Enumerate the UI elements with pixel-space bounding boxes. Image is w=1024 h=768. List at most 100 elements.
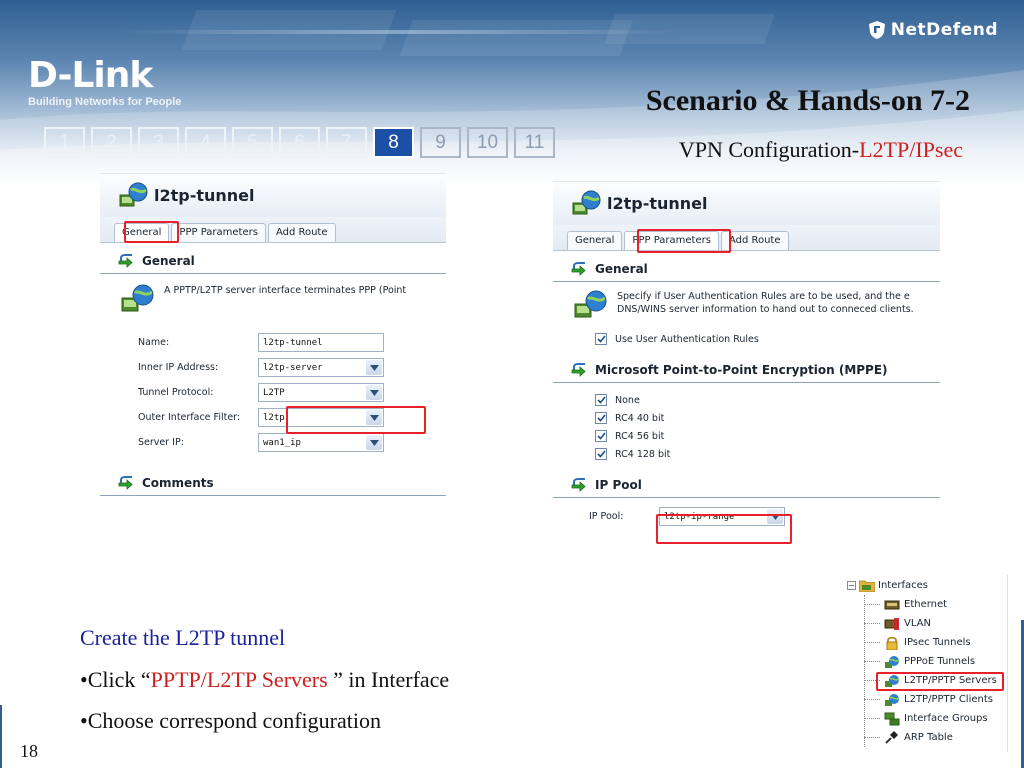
pager-page-9[interactable]: 9: [420, 127, 461, 158]
tree-item-label: PPPoE Tunnels: [904, 656, 976, 667]
mppe-rc4-128-checkbox[interactable]: [595, 448, 607, 460]
tree-item-label: Interface Groups: [904, 713, 988, 724]
mppe-rc4-56-checkbox[interactable]: [595, 430, 607, 442]
instruction-step-2: •Choose correspond configuration: [80, 708, 381, 733]
left-edge-accent: [0, 705, 2, 768]
tab-general[interactable]: General: [567, 231, 623, 250]
pager-page-7[interactable]: 7: [326, 127, 367, 158]
globe-computer-icon: [121, 284, 154, 312]
globe-computer-icon: [119, 182, 148, 206]
chevron-down-icon[interactable]: [366, 385, 382, 400]
description-block: A PPTP/L2TP server interface terminates …: [100, 274, 446, 316]
tree-item-l2tp-pptp-clients[interactable]: L2TP/PPTP Clients: [864, 690, 993, 709]
check-icon: [596, 335, 606, 343]
general-section: General Specify if User Authentication R…: [553, 251, 940, 529]
window-titlebar: l2tp-tunnel: [553, 181, 940, 225]
pager-page-1[interactable]: 1: [44, 127, 85, 158]
mppe-option-rc4-40: RC4 40 bit: [553, 409, 940, 427]
tree-item-label: IPsec Tunnels: [904, 637, 971, 648]
name-input[interactable]: l2tp-tunnel: [258, 333, 384, 352]
tab-bar: General PPP Parameters Add Route: [553, 225, 940, 251]
tree-root-interfaces[interactable]: − Interfaces: [847, 579, 928, 592]
ip-pool-highlight: [656, 514, 792, 544]
instruction-heading: Create the L2TP tunnel: [80, 625, 286, 650]
chevron-down-icon[interactable]: [366, 435, 382, 450]
general-section: General A PPTP/L2TP server interface ter…: [100, 243, 446, 496]
tree-root-label: Interfaces: [878, 580, 928, 591]
mppe-options: None RC4 40 bit RC4 56 bit RC4 128 bit: [553, 383, 940, 463]
pager-page-6[interactable]: 6: [279, 127, 320, 158]
tunnel-protocol-select[interactable]: L2TP: [258, 383, 384, 402]
mppe-none-checkbox[interactable]: [595, 394, 607, 406]
l2tp-general-screenshot: l2tp-tunnel General PPP Parameters Add R…: [100, 173, 446, 498]
tab-add-route[interactable]: Add Route: [720, 231, 789, 250]
tree-item-label: L2TP/PPTP Clients: [904, 694, 993, 705]
tree-item-arp-table[interactable]: ARP Table: [864, 728, 953, 747]
check-icon: [596, 432, 606, 440]
arrow-right-icon: [118, 254, 133, 268]
server-ip-select[interactable]: wan1_ip: [258, 433, 384, 452]
lock-icon: [886, 636, 898, 650]
mppe-rc4-40-checkbox[interactable]: [595, 412, 607, 424]
arrow-right-icon: [571, 478, 586, 492]
inner-ip-select[interactable]: l2tp-server: [258, 358, 384, 377]
step-1-prefix: •Click “: [80, 667, 151, 692]
outer-interface-filter-highlight: [286, 406, 426, 434]
instruction-step-1: •Click “PPTP/L2TP Servers ” in Interface: [80, 667, 449, 693]
slide-subtitle: VPN Configuration-L2TP/IPsec: [560, 137, 963, 163]
form-row-inner-ip: Inner IP Address: l2tp-server: [100, 355, 446, 380]
shield-icon: [868, 21, 885, 39]
vlan-icon: [884, 617, 899, 630]
pager-page-8[interactable]: 8: [373, 127, 414, 158]
mppe-option-rc4-56: RC4 56 bit: [553, 427, 940, 445]
tree-item-pppoe-tunnels[interactable]: PPPoE Tunnels: [864, 652, 975, 671]
mppe-rc4-56-label: RC4 56 bit: [615, 430, 665, 442]
mppe-rc4-128-label: RC4 128 bit: [615, 448, 671, 460]
ethernet-icon: [884, 600, 900, 609]
general-form: Name: l2tp-tunnel Inner IP Address: l2tp…: [100, 316, 446, 455]
tree-item-vlan[interactable]: VLAN: [864, 614, 931, 633]
description-line-2: DNS/WINS server information to hand out …: [617, 304, 914, 315]
page-number: 18: [20, 741, 38, 761]
globe-computer-icon: [885, 693, 900, 706]
pager-page-10[interactable]: 10: [467, 127, 508, 158]
ip-pool-label: IP Pool:: [589, 511, 624, 522]
pager-page-11[interactable]: 11: [514, 127, 555, 158]
outer-interface-filter-label: Outer Interface Filter:: [138, 412, 241, 423]
l2tp-servers-highlight: [876, 672, 1004, 691]
section-title-comments: Comments: [142, 476, 214, 490]
arrow-right-icon: [118, 476, 133, 490]
section-title-general: General: [595, 262, 648, 276]
pager-page-4[interactable]: 4: [185, 127, 226, 158]
collapse-icon[interactable]: −: [847, 581, 856, 590]
tree-item-ethernet[interactable]: Ethernet: [864, 595, 947, 614]
tree-item-interface-groups[interactable]: Interface Groups: [864, 709, 988, 728]
globe-computer-icon: [572, 190, 601, 214]
pager-page-3[interactable]: 3: [138, 127, 179, 158]
tab-ppp-parameters[interactable]: PPP Parameters: [171, 223, 266, 242]
window-titlebar: l2tp-tunnel: [100, 173, 446, 217]
check-icon: [596, 396, 606, 404]
pager-page-2[interactable]: 2: [91, 127, 132, 158]
description-line-1: Specify if User Authentication Rules are…: [617, 291, 910, 302]
form-row-name: Name: l2tp-tunnel: [100, 330, 446, 355]
tree-item-ipsec-tunnels[interactable]: IPsec Tunnels: [864, 633, 971, 652]
section-title-general: General: [142, 254, 195, 268]
dlink-name: D-Link: [28, 55, 153, 96]
tree-item-label: Ethernet: [904, 599, 948, 610]
arrow-right-icon: [571, 363, 586, 377]
arp-plug-icon: [885, 730, 898, 744]
description-text: A PPTP/L2TP server interface terminates …: [164, 285, 407, 296]
use-auth-rules-label: Use User Authentication Rules: [615, 333, 759, 345]
check-icon: [596, 450, 606, 458]
pager-page-5[interactable]: 5: [232, 127, 273, 158]
netdefend-logo: NetDefend: [868, 20, 998, 40]
mppe-option-rc4-128: RC4 128 bit: [553, 445, 940, 463]
slide-title: Scenario & Hands-on 7-2: [645, 84, 970, 117]
section-title-ip-pool: IP Pool: [595, 478, 642, 492]
mppe-none-label: None: [615, 394, 640, 406]
tab-add-route[interactable]: Add Route: [267, 223, 336, 242]
use-auth-rules-checkbox[interactable]: [595, 333, 607, 345]
chevron-down-icon[interactable]: [366, 360, 382, 375]
interface-group-icon: [884, 712, 900, 725]
